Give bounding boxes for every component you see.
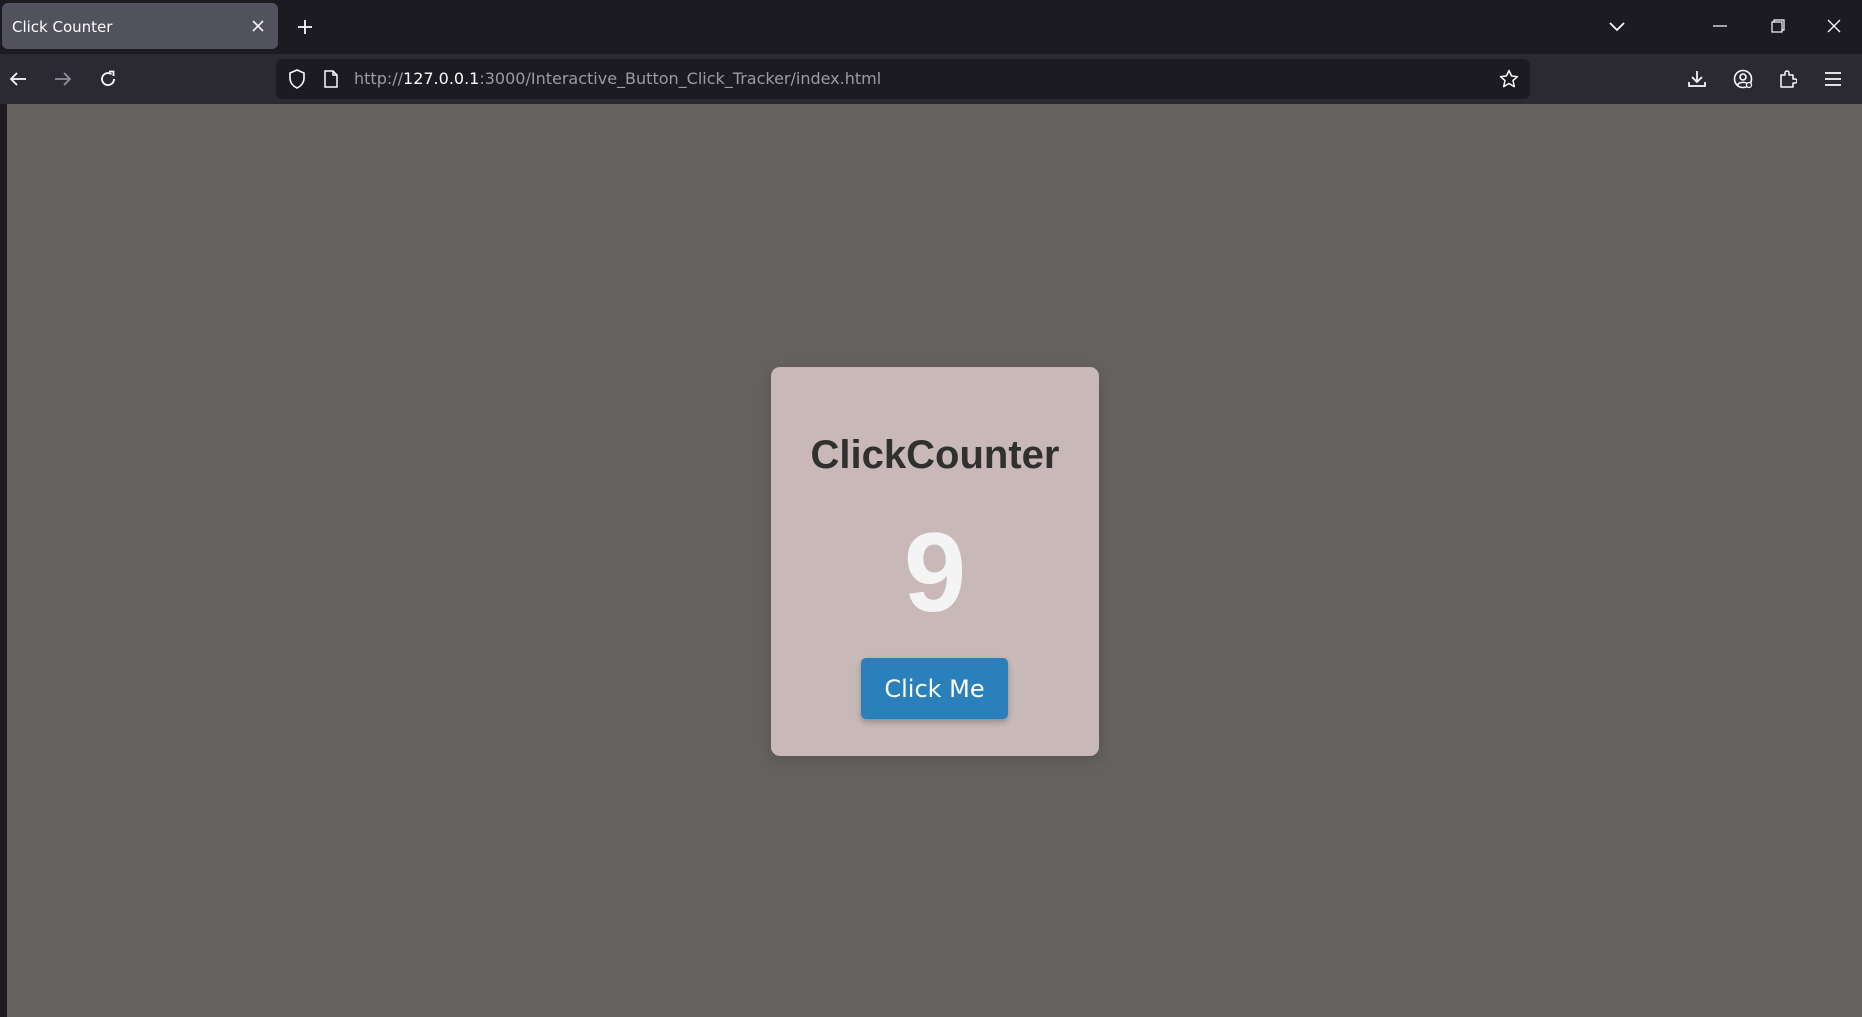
click-count: 9 (903, 510, 967, 635)
url-bar[interactable]: http://127.0.0.1:3000/Interactive_Button… (276, 59, 1530, 99)
hamburger-menu-icon[interactable] (1816, 62, 1850, 96)
minimize-icon[interactable] (1700, 8, 1740, 44)
tab-strip: Click Counter (0, 0, 1862, 54)
plus-icon[interactable] (290, 12, 320, 42)
download-icon[interactable] (1680, 62, 1714, 96)
restore-icon[interactable] (1758, 8, 1798, 44)
window-close-icon[interactable] (1814, 8, 1854, 44)
reload-icon[interactable] (91, 62, 125, 96)
url-host: 127.0.0.1 (403, 69, 480, 88)
url-path: :3000/Interactive_Button_Click_Tracker/i… (479, 69, 882, 88)
account-icon[interactable] (1726, 62, 1760, 96)
click-me-button[interactable]: Click Me (861, 658, 1008, 719)
navigation-bar: http://127.0.0.1:3000/Interactive_Button… (0, 54, 1862, 104)
url-scheme: http:// (354, 69, 404, 88)
puzzle-icon[interactable] (1771, 62, 1805, 96)
star-icon[interactable] (1496, 66, 1522, 92)
page-icon[interactable] (320, 68, 342, 90)
page-viewport: ClickCounter 9 Click Me (7, 104, 1862, 1017)
tab-click-counter[interactable]: Click Counter (2, 3, 278, 49)
chevron-down-icon[interactable] (1600, 12, 1634, 42)
close-icon[interactable] (246, 14, 270, 38)
forward-arrow-icon[interactable] (46, 62, 80, 96)
counter-card: ClickCounter 9 Click Me (771, 367, 1099, 756)
url-text[interactable]: http://127.0.0.1:3000/Interactive_Button… (354, 69, 881, 88)
tab-title: Click Counter (12, 18, 113, 36)
back-arrow-icon[interactable] (1, 62, 35, 96)
shield-icon[interactable] (286, 68, 308, 90)
browser-content: ClickCounter 9 Click Me (0, 104, 1862, 1017)
page-title: ClickCounter (810, 433, 1060, 477)
